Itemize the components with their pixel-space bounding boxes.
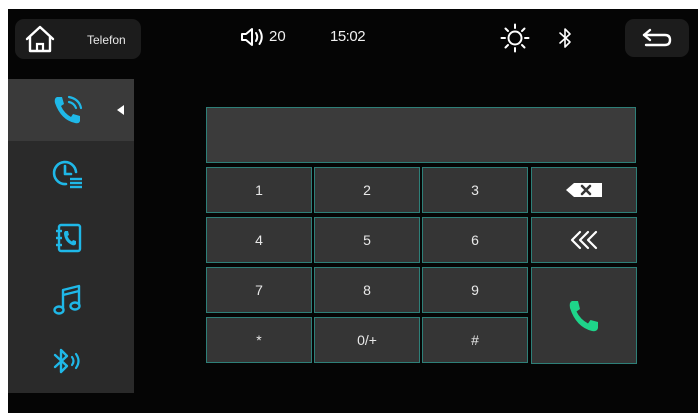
key-9[interactable]: 9 bbox=[422, 267, 528, 313]
sidebar-item-dialer[interactable] bbox=[8, 79, 134, 141]
home-button[interactable]: Telefon bbox=[15, 19, 141, 59]
call-button[interactable] bbox=[531, 267, 637, 364]
sidebar-item-music[interactable] bbox=[8, 269, 134, 331]
key-star[interactable]: * bbox=[206, 317, 312, 363]
clock: 15:02 bbox=[330, 28, 366, 45]
key-6[interactable]: 6 bbox=[422, 217, 528, 263]
return-arrow-icon bbox=[642, 28, 672, 47]
key-2[interactable]: 2 bbox=[314, 167, 420, 213]
head-unit-screen: Telefon 20 15:02 1 2 3 4 5 6 7 8 9 * 0/+… bbox=[8, 9, 698, 413]
key-5[interactable]: 5 bbox=[314, 217, 420, 263]
key-8[interactable]: 8 bbox=[314, 267, 420, 313]
backspace-icon bbox=[566, 183, 602, 197]
sidebar-item-phonebook[interactable] bbox=[8, 207, 134, 269]
home-icon bbox=[25, 25, 55, 53]
phone-ringing-icon bbox=[54, 95, 83, 124]
brightness-icon[interactable] bbox=[500, 23, 530, 53]
key-hash[interactable]: # bbox=[422, 317, 528, 363]
number-display bbox=[206, 107, 636, 163]
key-7[interactable]: 7 bbox=[206, 267, 312, 313]
clear-all-button[interactable] bbox=[531, 217, 637, 263]
double-chevron-left-icon bbox=[570, 230, 598, 250]
key-0-plus[interactable]: 0/+ bbox=[314, 317, 420, 363]
key-1[interactable]: 1 bbox=[206, 167, 312, 213]
sidebar-item-call-history[interactable] bbox=[8, 143, 134, 205]
status-bar: Telefon 20 15:02 bbox=[8, 9, 698, 67]
sidebar-item-bluetooth-audio[interactable] bbox=[8, 331, 134, 393]
key-4[interactable]: 4 bbox=[206, 217, 312, 263]
back-button[interactable] bbox=[625, 19, 689, 57]
bluetooth-icon bbox=[559, 28, 571, 48]
call-icon bbox=[569, 300, 598, 331]
bluetooth-audio-icon bbox=[53, 348, 80, 374]
call-history-icon bbox=[52, 160, 82, 189]
sidebar bbox=[8, 79, 134, 393]
volume-icon[interactable] bbox=[240, 26, 266, 48]
key-3[interactable]: 3 bbox=[422, 167, 528, 213]
music-note-icon bbox=[53, 284, 81, 315]
app-title: Telefon bbox=[87, 33, 126, 47]
volume-level: 20 bbox=[269, 28, 286, 45]
backspace-button[interactable] bbox=[531, 167, 637, 213]
phonebook-icon bbox=[56, 223, 82, 253]
active-indicator-arrow bbox=[117, 105, 124, 115]
